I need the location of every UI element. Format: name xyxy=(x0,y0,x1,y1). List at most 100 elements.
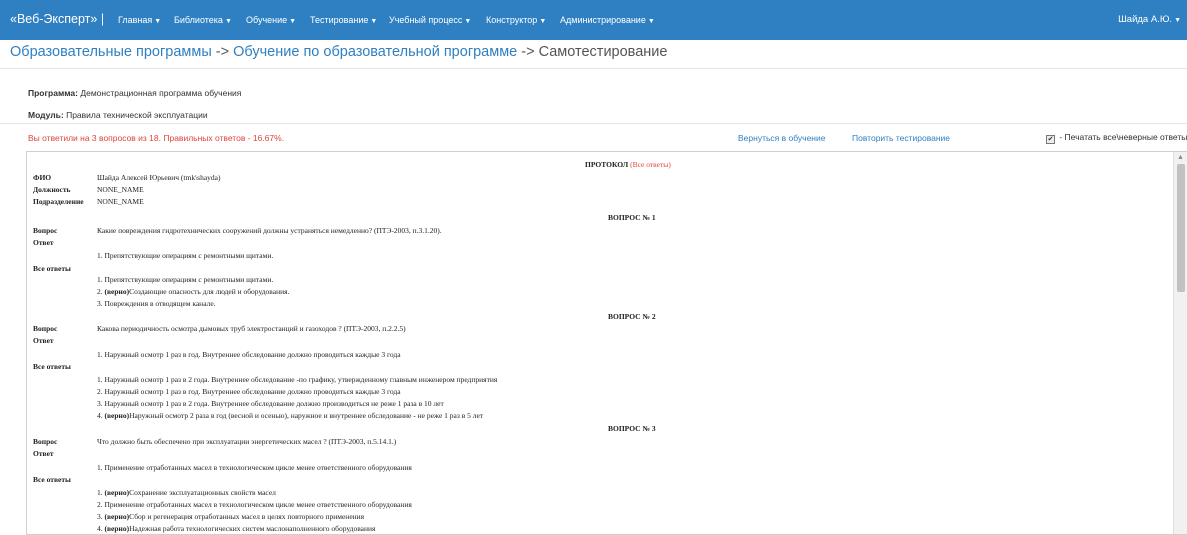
option-text: Сбор и регенерация отработанных масел в … xyxy=(129,512,365,521)
nav-menu-administration[interactable]: Администрирование ▼ xyxy=(560,15,655,25)
answer-option: 1. Наружный осмотр 1 раз в 2 года. Внутр… xyxy=(97,375,497,384)
correct-mark: (верно) xyxy=(104,524,130,533)
all-answers-label: Все ответы xyxy=(33,475,71,484)
nav-menu-library[interactable]: Библиотека ▼ xyxy=(174,15,232,25)
answer-option: 2. Применение отработанных масел в техно… xyxy=(97,500,412,509)
question-text: Что должно быть обеспечено при эксплуата… xyxy=(97,437,397,446)
user-answer: 1. Применение отработанных масел в техно… xyxy=(97,463,412,472)
fio-label: ФИО xyxy=(33,173,52,182)
answer-option: 2. Наружный осмотр 1 раз в год. Внутренн… xyxy=(97,387,401,396)
nav-menu-main[interactable]: Главная ▼ xyxy=(118,15,161,25)
nav-menu-constructor[interactable]: Конструктор ▼ xyxy=(486,15,546,25)
program-info: Программа: Демонстрационная программа об… xyxy=(28,88,241,98)
option-text: Наружный осмотр 1 раз в 2 года. Внутренн… xyxy=(104,399,444,408)
print-option-label: - Печатать все\неверные ответы xyxy=(1057,132,1187,142)
protocol-content: ПРОТОКОЛ (Все ответы) ФИО Шайда Алексей … xyxy=(27,152,1174,534)
department-label: Подразделение xyxy=(33,197,84,206)
question-header: ВОПРОС № 1 xyxy=(608,213,656,222)
nav-menu-label: Администрирование xyxy=(560,15,646,25)
scroll-up-arrow-icon[interactable]: ▲ xyxy=(1177,154,1184,161)
all-answers-label: Все ответы xyxy=(33,264,71,273)
top-navbar: «Веб-Эксперт» | Главная ▼ Библиотека ▼ Обу… xyxy=(0,0,1187,40)
option-number: 4. xyxy=(97,524,105,533)
nav-menu-label: Обучение xyxy=(246,15,288,25)
breadcrumb-separator: -> xyxy=(517,44,539,60)
brand-logo[interactable]: «Веб-Эксперт» | xyxy=(10,12,104,26)
caret-down-icon: ▼ xyxy=(154,18,162,25)
caret-down-icon: ▼ xyxy=(647,18,655,25)
protocol-frame[interactable]: ПРОТОКОЛ (Все ответы) ФИО Шайда Алексей … xyxy=(26,151,1187,535)
correct-mark: (верно) xyxy=(104,287,130,296)
option-number: 2. xyxy=(97,287,105,296)
option-number: 2. xyxy=(97,500,105,509)
answer-option: 4. (верно)Надежная работа технологически… xyxy=(97,524,375,533)
nav-menu-study-process[interactable]: Учебный процесс ▼ xyxy=(389,15,471,25)
caret-down-icon: ▼ xyxy=(370,18,378,25)
module-label: Модуль: xyxy=(28,110,64,120)
answer-option: 3. Повреждения в отводящем канале. xyxy=(97,299,216,308)
department-value: NONE_NAME xyxy=(97,197,144,206)
user-answer: 1. Наружный осмотр 1 раз в год. Внутренн… xyxy=(97,350,401,359)
caret-down-icon: ▼ xyxy=(464,18,472,25)
print-all-checkbox[interactable]: ✔ xyxy=(1046,135,1055,144)
breadcrumb-separator: -> xyxy=(211,44,234,60)
nav-menu-learning[interactable]: Обучение ▼ xyxy=(246,15,296,25)
module-info: Модуль: Правила технической эксплуатации xyxy=(28,110,208,120)
option-number: 1. xyxy=(97,275,105,284)
option-text: Наружный осмотр 1 раз в 2 года. Внутренн… xyxy=(104,375,498,384)
vertical-scrollbar[interactable]: ▲ xyxy=(1173,152,1187,534)
print-option: ✔ - Печатать все\неверные ответы xyxy=(1046,132,1187,144)
answer-option: 4. (верно)Наружный осмотр 2 раза в год (… xyxy=(97,411,483,420)
question-label: Вопрос xyxy=(33,437,58,446)
answer-label: Ответ xyxy=(33,336,54,345)
answer-option: 1. (верно)Сохранение эксплуатационных св… xyxy=(97,488,276,497)
correct-mark: (верно) xyxy=(104,411,130,420)
answer-label: Ответ xyxy=(33,238,54,247)
question-text: Какова периодичность осмотра дымовых тру… xyxy=(97,324,406,333)
protocol-title: ПРОТОКОЛ (Все ответы) xyxy=(585,160,671,169)
option-number: 3. xyxy=(97,512,105,521)
protocol-title-text: ПРОТОКОЛ xyxy=(585,160,629,169)
option-text: Надежная работа технологических систем м… xyxy=(129,524,376,533)
question-header: ВОПРОС № 2 xyxy=(608,312,656,321)
fio-value: Шайда Алексей Юрьевич (tmk\shayda) xyxy=(97,173,221,182)
nav-menu-testing[interactable]: Тестирование ▼ xyxy=(310,15,377,25)
position-value: NONE_NAME xyxy=(97,185,144,194)
answer-option: 3. Наружный осмотр 1 раз в 2 года. Внутр… xyxy=(97,399,444,408)
option-text: Препятствующие операциям с ремонтными щи… xyxy=(104,275,274,284)
user-answer: 1. Препятствующие операциям с ремонтными… xyxy=(97,251,274,260)
option-number: 4. xyxy=(97,411,105,420)
divider xyxy=(0,68,1187,69)
correct-mark: (верно) xyxy=(104,488,130,497)
question-label: Вопрос xyxy=(33,324,58,333)
retry-test-link[interactable]: Повторить тестирование xyxy=(852,133,950,143)
option-number: 2. xyxy=(97,387,105,396)
option-text: Повреждения в отводящем канале. xyxy=(104,299,216,308)
back-to-learning-link[interactable]: Вернуться в обучение xyxy=(738,133,825,143)
option-text: Сохранение эксплуатационных свойств масе… xyxy=(129,488,276,497)
breadcrumb-programs-link[interactable]: Образовательные программы xyxy=(10,44,212,60)
option-text: Создающие опасность для людей и оборудов… xyxy=(129,287,290,296)
breadcrumb-current: Самотестирование xyxy=(538,44,668,60)
correct-mark: (верно) xyxy=(104,512,130,521)
scrollbar-thumb[interactable] xyxy=(1177,164,1185,292)
option-number: 1. xyxy=(97,488,105,497)
all-answers-link[interactable]: (Все ответы) xyxy=(630,160,671,169)
question-text: Какие повреждения гидротехнических соору… xyxy=(97,226,442,235)
option-number: 3. xyxy=(97,299,105,308)
option-number: 1. xyxy=(97,375,105,384)
user-menu[interactable]: Шайда А.Ю. ▼ xyxy=(1118,14,1181,25)
breadcrumb: Образовательные программы -> Обучение по… xyxy=(10,44,667,60)
answer-option: 3. (верно)Сбор и регенерация отработанны… xyxy=(97,512,364,521)
option-text: Наружный осмотр 1 раз в год. Внутреннее … xyxy=(104,387,401,396)
caret-down-icon: ▼ xyxy=(224,18,232,25)
test-result-text: Вы ответили на 3 вопросов из 18. Правиль… xyxy=(28,133,285,143)
nav-menu-label: Тестирование xyxy=(310,15,369,25)
caret-down-icon: ▼ xyxy=(539,18,547,25)
program-value: Демонстрационная программа обучения xyxy=(77,88,242,98)
nav-menu-label: Учебный процесс xyxy=(389,15,463,25)
nav-menu-label: Главная xyxy=(118,15,153,25)
option-number: 3. xyxy=(97,399,105,408)
breadcrumb-learning-link[interactable]: Обучение по образовательной программе xyxy=(233,44,517,60)
all-answers-label: Все ответы xyxy=(33,362,71,371)
